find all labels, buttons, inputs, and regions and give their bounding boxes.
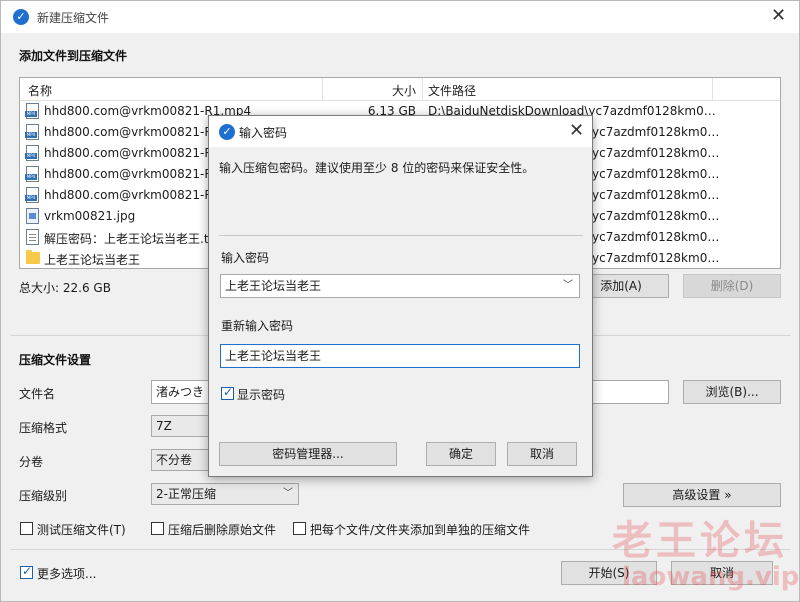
password-input[interactable]: 上老王论坛当老王 ﹀ <box>220 274 580 298</box>
file-list-header: 名称 大小 文件路径 <box>20 78 780 101</box>
split-label: 分卷 <box>19 455 44 469</box>
level-select[interactable]: 2-正常压缩 ﹀ <box>151 483 299 505</box>
file-path: yc7azdmf0128km0… <box>592 188 720 202</box>
password-manager-button[interactable]: 密码管理器... <box>219 442 397 466</box>
chevron-down-icon[interactable]: ﹀ <box>563 275 573 297</box>
dialog-cancel-button[interactable]: 取消 <box>507 442 577 466</box>
delete-after-label[interactable]: 压缩后删除原始文件 <box>168 521 276 538</box>
more-options-checkbox[interactable] <box>20 564 33 579</box>
delete-button[interactable]: 删除(D) <box>683 274 781 298</box>
file-path: yc7azdmf0128km0… <box>592 125 720 139</box>
column-header-name[interactable]: 名称 <box>28 82 52 99</box>
folder-icon <box>26 250 40 264</box>
window-close-icon[interactable]: ✕ <box>771 6 786 26</box>
format-label: 压缩格式 <box>19 421 68 435</box>
ok-button[interactable]: 确定 <box>426 442 496 466</box>
window-title: 新建压缩文件 <box>37 11 110 25</box>
separate-archives-checkbox[interactable] <box>293 522 306 535</box>
level-select-value: 2-正常压缩 <box>156 487 216 501</box>
file-name: 解压密码：上老王论坛当老王.tx <box>44 232 216 246</box>
mp4-file-icon: MP4 <box>25 145 39 161</box>
dialog-hint: 输入压缩包密码。建议使用至少 8 位的密码来保证安全性。 <box>219 161 535 175</box>
image-file-icon <box>26 208 39 224</box>
app-logo-icon: ✓ <box>13 9 29 25</box>
mp4-file-icon: MP4 <box>25 124 39 140</box>
filename-label: 文件名 <box>19 387 56 401</box>
app-logo-icon: ✓ <box>219 124 235 140</box>
format-select-value: 7Z <box>156 419 172 433</box>
password-input-value: 上老王论坛当老王 <box>225 279 322 293</box>
column-header-size[interactable]: 大小 <box>392 82 416 99</box>
file-path: yc7azdmf0128km0… <box>592 146 720 160</box>
file-name: 上老王论坛当老王 <box>44 253 141 267</box>
column-separator <box>322 78 323 100</box>
column-separator <box>422 78 423 100</box>
divider <box>219 235 583 236</box>
split-select-value: 不分卷 <box>156 453 193 467</box>
level-label: 压缩级别 <box>19 489 68 503</box>
file-name: hhd800.com@vrkm00821-R4 <box>44 167 221 181</box>
password-dialog: ✓ 输入密码 ✕ 输入压缩包密码。建议使用至少 8 位的密码来保证安全性。 输入… <box>208 115 593 477</box>
mp4-file-icon: MP4 <box>25 187 39 203</box>
window-titlebar: ✓ 新建压缩文件 ✕ <box>1 1 799 33</box>
show-password-checkbox[interactable] <box>221 385 234 400</box>
archive-settings-heading: 压缩文件设置 <box>19 353 92 367</box>
column-header-path[interactable]: 文件路径 <box>428 82 476 99</box>
test-archive-label[interactable]: 测试压缩文件(T) <box>37 521 126 538</box>
test-archive-checkbox[interactable] <box>20 522 33 535</box>
confirm-password-input[interactable]: 上老王论坛当老王 <box>220 344 580 368</box>
column-separator <box>712 78 713 100</box>
chevron-down-icon: ﹀ <box>283 488 293 499</box>
separate-archives-label[interactable]: 把每个文件/文件夹添加到单独的压缩文件 <box>310 521 530 538</box>
dialog-title: 输入密码 <box>239 126 288 140</box>
file-path: yc7azdmf0128km0… <box>592 251 720 265</box>
file-name: hhd800.com@vrkm00821-R5 <box>44 188 221 202</box>
watermark-url: laowang.vip <box>622 562 800 592</box>
total-size: 总大小: 22.6 GB <box>19 281 111 295</box>
browse-button[interactable]: 浏览(B)... <box>683 380 781 404</box>
file-path: yc7azdmf0128km0… <box>592 209 720 223</box>
file-name: hhd800.com@vrkm00821-R3 <box>44 146 221 160</box>
password-label: 输入密码 <box>221 251 270 265</box>
dialog-titlebar: ✓ 输入密码 ✕ <box>209 116 592 147</box>
file-name: vrkm00821.jpg <box>44 209 136 223</box>
confirm-password-label: 重新输入密码 <box>221 319 294 333</box>
delete-after-checkbox[interactable] <box>151 522 164 535</box>
add-files-heading: 添加文件到压缩文件 <box>19 49 128 63</box>
file-name: hhd800.com@vrkm00821-R2 <box>44 125 221 139</box>
text-file-icon <box>26 229 39 245</box>
mp4-file-icon: MP4 <box>25 166 39 182</box>
watermark-text: 老王论坛 <box>612 518 788 564</box>
file-path: yc7azdmf0128km0… <box>592 167 720 181</box>
mp4-file-icon: MP4 <box>25 103 39 119</box>
file-path: yc7azdmf0128km0… <box>592 230 720 244</box>
show-password-label[interactable]: 显示密码 <box>237 386 285 403</box>
advanced-settings-button[interactable]: 高级设置 » <box>623 483 781 507</box>
more-options-label[interactable]: 更多选项... <box>37 565 96 582</box>
dialog-close-icon[interactable]: ✕ <box>569 121 584 141</box>
